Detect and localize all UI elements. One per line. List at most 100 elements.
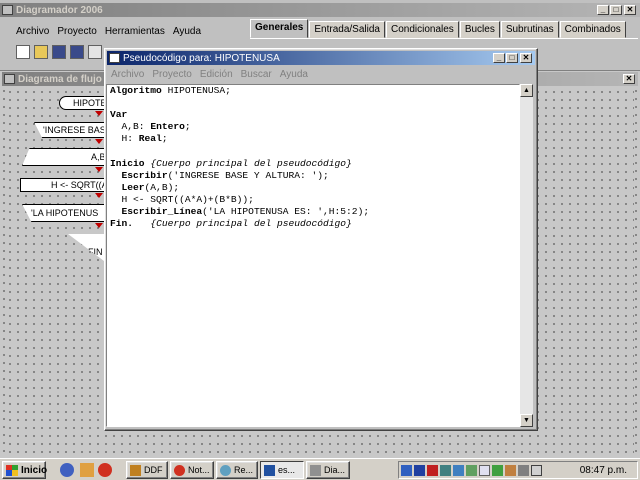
vertical-scrollbar[interactable]: ▲ ▼ [520,84,533,427]
pseudocode-maximize-button[interactable]: □ [506,53,518,63]
tab-bucles[interactable]: Bucles [459,21,500,38]
tray-app-icon[interactable] [492,464,503,476]
pseudo-menu-edicion[interactable]: Edición [196,69,237,80]
scroll-up-icon[interactable]: ▲ [520,84,533,97]
pseudocode-window-title: Pseudocódigo para: HIPOTENUSA [123,52,280,64]
main-window-title: Diagramador 2006 [16,4,103,16]
menu-ayuda[interactable]: Ayuda [169,26,205,37]
save-icon[interactable] [52,45,66,59]
code-line: Leer(A,B); [110,182,516,194]
tab-subrutinas[interactable]: Subrutinas [500,21,559,38]
code-line: Algoritmo HIPOTENUSA; [110,85,516,97]
tab-condicionales[interactable]: Condicionales [385,21,459,38]
pseudo-menu-buscar[interactable]: Buscar [237,69,276,80]
close-button[interactable]: ✕ [624,5,636,15]
pseudocode-title-bar[interactable]: Pseudocódigo para: HIPOTENUSA _ □ ✕ [107,51,535,65]
code-keyword: Escribir_Línea [121,205,203,217]
explorer-icon [264,464,275,476]
palette-tabs: Generales Entrada/Salida Condicionales B… [250,19,627,38]
tab-combinados[interactable]: Combinados [559,21,626,38]
code-text: A,B: [110,121,151,133]
code-keyword: Var [110,109,128,121]
start-button[interactable]: Inicio [2,461,48,479]
windows-logo-icon [6,464,18,476]
media-player-icon [220,464,231,476]
tray-app-icon[interactable] [518,464,529,476]
code-text: ; [161,133,168,145]
save-all-icon[interactable] [70,45,84,59]
tray-app-icon[interactable] [453,464,464,476]
start-label: Inicio [21,464,48,476]
flow-input[interactable]: A,B [22,148,116,166]
code-line: Var [110,109,516,121]
system-tray: 08:47 p.m. [398,461,638,479]
code-keyword: Fin. [110,218,134,230]
pseudo-menu-ayuda[interactable]: Ayuda [276,69,312,80]
antivirus-icon[interactable] [427,464,438,476]
diagram-close-button[interactable]: ✕ [623,74,635,84]
flow-arrow [95,139,103,144]
mail-icon[interactable] [479,464,490,476]
taskbar-button-ddf[interactable]: DDF [126,461,168,479]
taskbar-button-re[interactable]: Re... [216,461,258,479]
code-line: Fin. {Cuerpo principal del pseudocódigo} [110,218,516,230]
print-icon[interactable] [88,45,102,59]
browser-icon[interactable] [80,463,94,477]
code-keyword: Inicio [110,157,145,169]
diagram-window-title: Diagrama de flujo [18,73,102,85]
media-icon[interactable] [414,464,425,476]
pseudo-menu-archivo[interactable]: Archivo [107,69,148,80]
pseudocode-minimize-button[interactable]: _ [493,53,505,63]
tray-app-icon[interactable] [505,464,516,476]
main-title-bar[interactable]: Diagramador 2006 _ □ ✕ [0,3,640,17]
open-folder-icon[interactable] [34,45,48,59]
code-comment: {Cuerpo principal del pseudocódigo} [150,218,352,230]
taskbar-label: Re... [234,465,254,475]
pseudocode-icon [109,53,120,63]
opera-icon[interactable] [98,463,112,477]
scroll-down-icon[interactable]: ▼ [520,414,533,427]
taskbar-button-es[interactable]: es... [260,461,304,479]
flow-arrow [95,223,103,228]
code-text: HIPOTENUSA; [161,85,231,96]
tab-generales[interactable]: Generales [250,19,309,38]
taskbar-button-notepad[interactable]: Not... [170,461,214,479]
pseudo-menu-proyecto[interactable]: Proyecto [148,69,195,80]
pseudocode-close-button[interactable]: ✕ [520,53,532,63]
main-menu-bar: Archivo Proyecto Herramientas Ayuda [12,24,205,38]
menu-herramientas[interactable]: Herramientas [101,26,169,37]
network-icon[interactable] [401,464,412,476]
desktop-icon[interactable] [60,463,74,477]
code-keyword: Entero [150,121,185,133]
minimize-button[interactable]: _ [597,5,609,15]
menu-archivo[interactable]: Archivo [12,26,53,37]
menu-proyecto[interactable]: Proyecto [53,26,100,37]
code-text: (A,B); [144,181,180,193]
new-file-icon[interactable] [16,45,30,59]
code-line: Escribir_Línea('LA HIPOTENUSA ES: ',H:5:… [110,206,516,218]
code-text: H <- SQRT((A*A)+(B*B)); [110,193,254,205]
code-comment: {Cuerpo principal del pseudocódigo} [150,157,352,169]
code-line: A,B: Entero; [110,121,516,133]
code-text: ('LA HIPOTENUSA ES: ',H:5:2); [202,205,370,217]
pseudocode-editor[interactable]: Algoritmo HIPOTENUSA; Var A,B: Entero; H… [106,84,520,427]
diagram-icon [4,74,15,84]
volume-icon[interactable] [531,464,542,476]
tab-entrada-salida[interactable]: Entrada/Salida [309,21,385,38]
taskbar-button-diagramador[interactable]: Dia... [306,461,350,479]
taskbar-label: DDF [144,465,163,475]
code-text: ('INGRESE BASE Y ALTURA: '); [167,169,329,181]
maximize-button[interactable]: □ [610,5,622,15]
code-line: Inicio {Cuerpo principal del pseudocódig… [110,158,516,170]
tray-app-icon[interactable] [440,464,451,476]
flow-process[interactable]: H <- SQRT((A [20,178,116,192]
tray-app-icon[interactable] [466,464,477,476]
taskbar: Inicio DDF Not... Re... es... Dia... 08:… [0,458,640,480]
flow-arrow [95,167,103,172]
taskbar-label: Dia... [324,465,346,475]
flow-output-2[interactable]: 'LA HIPOTENUS [22,204,116,222]
